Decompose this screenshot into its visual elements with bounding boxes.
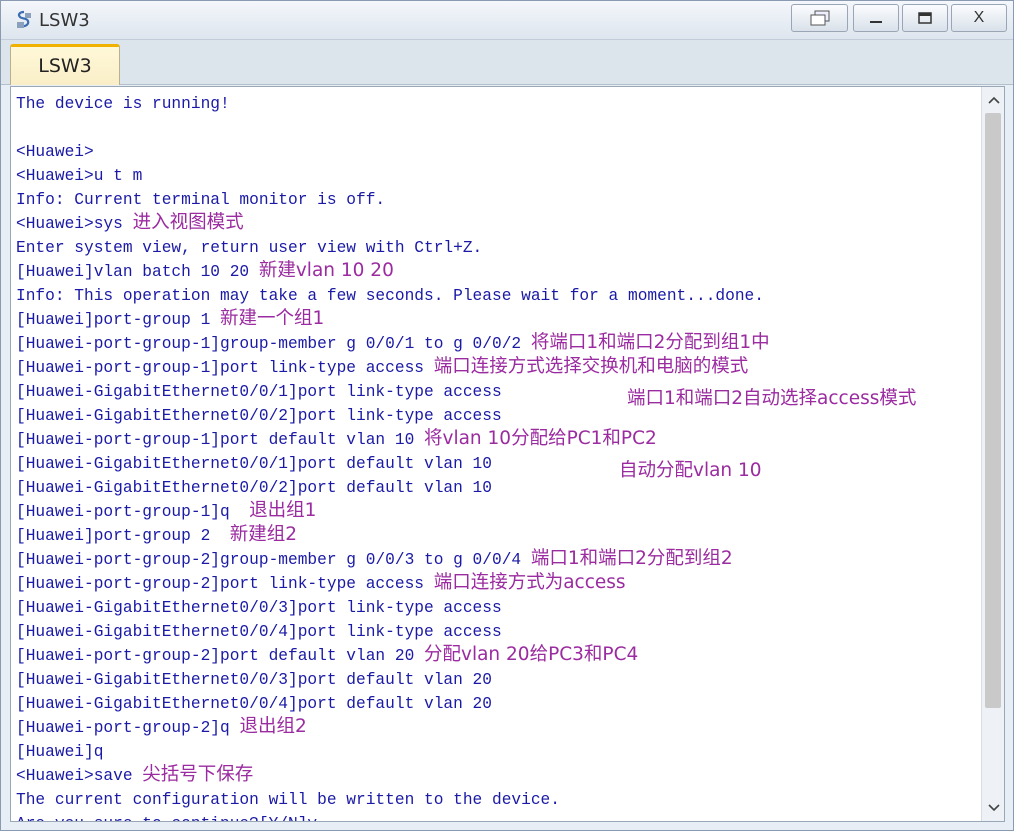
terminal-output[interactable]: The device is running! <Huawei> <Huawei>u … bbox=[10, 86, 1005, 822]
annotation-text: 端口连接方式选择交换机和电脑的模式 bbox=[433, 356, 749, 377]
command-text: [Huawei-GigabitEthernet0/0/3]port defaul… bbox=[16, 671, 492, 689]
command-text: [Huawei]q bbox=[16, 743, 104, 761]
terminal-line: [Huawei]port-group 2 新建组2 bbox=[16, 523, 770, 547]
command-text: Are you sure to continue?[Y/N]y bbox=[16, 815, 317, 821]
annotation-text: 新建组2 bbox=[229, 524, 297, 545]
command-text: [Huawei-port-group-2]port link-type acce… bbox=[16, 575, 434, 593]
title-bar[interactable]: LSW3 X bbox=[1, 1, 1013, 40]
command-text: [Huawei-port-group-1]port default vlan 1… bbox=[16, 431, 424, 449]
window-title: LSW3 bbox=[39, 10, 90, 31]
minimize-button[interactable] bbox=[853, 4, 899, 32]
terminal-line: [Huawei-port-group-1]port default vlan 1… bbox=[16, 427, 770, 451]
switch-app-icon bbox=[17, 10, 31, 28]
close-button[interactable]: X bbox=[951, 4, 1007, 32]
terminal-line: <Huawei> bbox=[16, 139, 770, 163]
terminal-line: [Huawei-port-group-1]group-member g 0/0/… bbox=[16, 331, 770, 355]
terminal-line: [Huawei-port-group-2]port default vlan 2… bbox=[16, 643, 770, 667]
command-text: Info: Current terminal monitor is off. bbox=[16, 191, 386, 209]
terminal-lines: The device is running! <Huawei> <Huawei>u … bbox=[16, 91, 770, 821]
command-text: [Huawei-GigabitEthernet0/0/4]port defaul… bbox=[16, 695, 492, 713]
command-text: [Huawei-GigabitEthernet0/0/3]port link-t… bbox=[16, 599, 502, 617]
minimize-icon bbox=[870, 21, 882, 23]
terminal-line: [Huawei]vlan batch 10 20 新建vlan 10 20 bbox=[16, 259, 770, 283]
command-text: [Huawei-port-group-2]port default vlan 2… bbox=[16, 647, 424, 665]
vertical-scrollbar[interactable] bbox=[981, 87, 1004, 821]
annotation-text: 进入视图模式 bbox=[132, 212, 244, 233]
command-text: [Huawei-GigabitEthernet0/0/1]port link-t… bbox=[16, 383, 502, 401]
annotation-text: 尖括号下保存 bbox=[142, 764, 254, 785]
terminal-line: <Huawei>save 尖括号下保存 bbox=[16, 763, 770, 787]
restore-icon bbox=[810, 10, 829, 26]
command-text: [Huawei-port-group-1]q bbox=[16, 503, 250, 521]
terminal-line: [Huawei-port-group-2]group-member g 0/0/… bbox=[16, 547, 770, 571]
annotation-text: 退出组2 bbox=[239, 716, 307, 737]
command-text: [Huawei]port-group 2 bbox=[16, 527, 230, 545]
terminal-line: [Huawei-port-group-1]port link-type acce… bbox=[16, 355, 770, 379]
annotation-vlan10: 自动分配vlan 10 bbox=[619, 460, 762, 481]
restore-button[interactable] bbox=[791, 4, 848, 32]
tab-lsw3[interactable]: LSW3 bbox=[10, 44, 120, 85]
command-text: Info: This operation may take a few seco… bbox=[16, 287, 764, 305]
annotation-text: 将端口1和端口2分配到组1中 bbox=[530, 332, 770, 353]
annotation-text: 新建vlan 10 20 bbox=[258, 260, 394, 281]
tab-strip bbox=[1, 40, 1013, 85]
annotation-text: 端口1和端口2分配到组2 bbox=[530, 548, 733, 569]
command-text: <Huawei>save bbox=[16, 767, 143, 785]
scroll-down-icon[interactable] bbox=[982, 797, 1004, 819]
scroll-up-icon[interactable] bbox=[982, 89, 1004, 111]
command-text: [Huawei-port-group-2]group-member g 0/0/… bbox=[16, 551, 531, 569]
terminal-line: [Huawei-port-group-1]q 退出组1 bbox=[16, 499, 770, 523]
terminal-line: Are you sure to continue?[Y/N]y bbox=[16, 811, 770, 821]
terminal-line: <Huawei>sys 进入视图模式 bbox=[16, 211, 770, 235]
command-text: [Huawei-GigabitEthernet0/0/2]port link-t… bbox=[16, 407, 502, 425]
maximize-icon bbox=[918, 12, 932, 24]
terminal-line: [Huawei-GigabitEthernet0/0/4]port link-t… bbox=[16, 619, 770, 643]
command-text: [Huawei]port-group 1 bbox=[16, 311, 220, 329]
terminal-line: [Huawei-port-group-2]q 退出组2 bbox=[16, 715, 770, 739]
terminal-line: The device is running! bbox=[16, 91, 770, 115]
command-text: <Huawei>sys bbox=[16, 215, 133, 233]
command-text: The device is running! bbox=[16, 95, 230, 113]
command-text: [Huawei-port-group-1]port link-type acce… bbox=[16, 359, 434, 377]
annotation-text: 分配vlan 20给PC3和PC4 bbox=[424, 644, 639, 665]
command-text: [Huawei-GigabitEthernet0/0/1]port defaul… bbox=[16, 455, 492, 473]
terminal-line: [Huawei-port-group-2]port link-type acce… bbox=[16, 571, 770, 595]
command-text: [Huawei-GigabitEthernet0/0/2]port defaul… bbox=[16, 479, 492, 497]
annotation-text: 新建一个组1 bbox=[220, 308, 325, 329]
terminal-line: Info: Current terminal monitor is off. bbox=[16, 187, 770, 211]
annotation-text: 退出组1 bbox=[249, 500, 317, 521]
annotation-text: 端口连接方式为access bbox=[433, 572, 626, 593]
terminal-line: [Huawei]q bbox=[16, 739, 770, 763]
terminal-line: [Huawei]port-group 1 新建一个组1 bbox=[16, 307, 770, 331]
command-text: [Huawei-GigabitEthernet0/0/4]port link-t… bbox=[16, 623, 502, 641]
terminal-line: [Huawei-GigabitEthernet0/0/3]port defaul… bbox=[16, 667, 770, 691]
terminal-line: Info: This operation may take a few seco… bbox=[16, 283, 770, 307]
terminal-line: <Huawei>u t m bbox=[16, 163, 770, 187]
terminal-line: [Huawei-GigabitEthernet0/0/4]port defaul… bbox=[16, 691, 770, 715]
annotation-text: 将vlan 10分配给PC1和PC2 bbox=[424, 428, 657, 449]
command-text: [Huawei-port-group-1]group-member g 0/0/… bbox=[16, 335, 531, 353]
command-text: The current configuration will be writte… bbox=[16, 791, 560, 809]
maximize-button[interactable] bbox=[902, 4, 948, 32]
command-text: Enter system view, return user view with… bbox=[16, 239, 483, 257]
terminal-window: LSW3 X LSW3 The device is running! <Huawe… bbox=[0, 0, 1014, 831]
scrollbar-thumb[interactable] bbox=[985, 113, 1001, 708]
terminal-line: The current configuration will be writte… bbox=[16, 787, 770, 811]
annotation-access-mode: 端口1和端口2自动选择access模式 bbox=[627, 388, 917, 409]
command-text: [Huawei-port-group-2]q bbox=[16, 719, 240, 737]
command-text: <Huawei>u t m bbox=[16, 167, 143, 185]
terminal-line: Enter system view, return user view with… bbox=[16, 235, 770, 259]
command-text: [Huawei]vlan batch 10 20 bbox=[16, 263, 259, 281]
terminal-line: [Huawei-GigabitEthernet0/0/3]port link-t… bbox=[16, 595, 770, 619]
command-text: <Huawei> bbox=[16, 143, 94, 161]
